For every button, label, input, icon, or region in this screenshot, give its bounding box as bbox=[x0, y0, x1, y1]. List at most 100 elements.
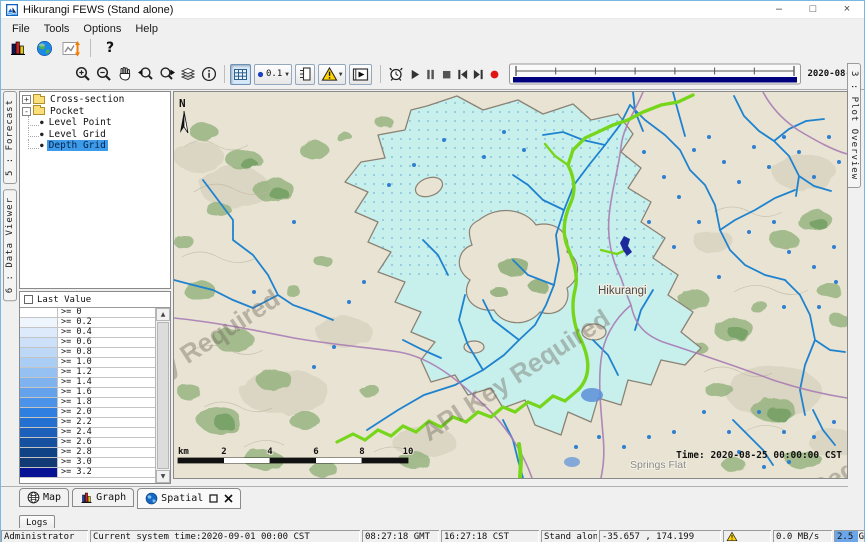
legend-panel: Last Value >= 0>= 0.2>= 0.4>= 0.6>= 0.8>… bbox=[19, 291, 171, 484]
legend-swatch bbox=[20, 438, 58, 447]
legend-label: >= 1.6 bbox=[58, 388, 92, 397]
legend-label: >= 2.0 bbox=[58, 408, 92, 417]
record-button[interactable] bbox=[487, 64, 503, 85]
time-slider[interactable] bbox=[509, 63, 801, 85]
info-icon bbox=[200, 65, 218, 83]
time-slider-bar[interactable] bbox=[513, 77, 797, 83]
legend-label: >= 3.0 bbox=[58, 458, 92, 467]
scroll-down-icon[interactable]: ▼ bbox=[156, 470, 170, 483]
toolbar-separator bbox=[224, 65, 225, 83]
maximize-button[interactable]: □ bbox=[796, 1, 830, 18]
legend-label: >= 2.8 bbox=[58, 448, 92, 457]
legend-label: >= 3.2 bbox=[58, 468, 92, 477]
tree-connector bbox=[28, 116, 39, 126]
collapse-icon[interactable]: - bbox=[22, 107, 31, 116]
zoom-in-button[interactable] bbox=[72, 64, 93, 85]
play-icon bbox=[408, 68, 421, 81]
pause-button[interactable] bbox=[423, 64, 439, 85]
scrollbar-thumb[interactable] bbox=[157, 322, 169, 469]
scale-bar-icon bbox=[298, 66, 312, 82]
zoom-previous-button[interactable] bbox=[135, 64, 156, 85]
warning-triangle-icon bbox=[321, 66, 338, 82]
legend-swatch bbox=[20, 348, 58, 357]
status-system-time: Current system time:2020-09-01 00:00 CST bbox=[90, 530, 360, 542]
legend-swatch bbox=[20, 318, 58, 327]
layers-icon bbox=[179, 65, 197, 83]
database-display-button[interactable] bbox=[7, 38, 28, 59]
scroll-up-icon[interactable]: ▲ bbox=[156, 308, 170, 321]
status-network-rate: 0.0 MB/s bbox=[773, 530, 832, 542]
pan-button[interactable] bbox=[114, 64, 135, 85]
tree-item[interactable]: ●Level Grid bbox=[22, 129, 170, 141]
grid-icon bbox=[233, 67, 248, 82]
tree-item[interactable]: ●Level Point bbox=[22, 117, 170, 129]
zoom-previous-icon bbox=[137, 65, 155, 83]
legend-label: >= 1.8 bbox=[58, 398, 92, 407]
tree-item[interactable]: ●Depth Grid bbox=[22, 140, 170, 152]
main-toolbar: ? bbox=[1, 37, 864, 59]
fluctuations-button[interactable] bbox=[61, 38, 82, 59]
legend-swatch bbox=[20, 428, 58, 437]
close-tab-icon[interactable] bbox=[224, 494, 233, 503]
toolbar-separator bbox=[380, 65, 381, 83]
legend-scrollbar[interactable]: ▲ ▼ bbox=[155, 308, 170, 483]
stop-button[interactable] bbox=[439, 64, 455, 85]
minimize-button[interactable]: – bbox=[762, 1, 796, 18]
stop-icon bbox=[440, 68, 453, 81]
grid-display-threshold-dropdown[interactable]: 0.1 ▼ bbox=[254, 64, 292, 85]
maximize-tab-icon[interactable] bbox=[209, 494, 218, 503]
record-icon bbox=[488, 68, 501, 81]
tab-map[interactable]: Map bbox=[19, 488, 69, 507]
play-button[interactable] bbox=[407, 64, 423, 85]
expand-icon[interactable]: + bbox=[22, 95, 31, 104]
legend-swatch bbox=[20, 338, 58, 347]
grid-display-button[interactable] bbox=[230, 64, 251, 85]
scale-bar-button[interactable] bbox=[295, 64, 315, 85]
tree-item-label: Level Grid bbox=[47, 129, 108, 140]
info-button[interactable] bbox=[198, 64, 219, 85]
tab-plot-overview[interactable]: 3 : Plot Overview bbox=[847, 63, 861, 188]
left-tab-strip: 5 : Forecast 6 : Data Viewer bbox=[1, 91, 19, 484]
tab-graph[interactable]: Graph bbox=[72, 488, 134, 507]
zoom-out-button[interactable] bbox=[93, 64, 114, 85]
map-panel: API Key Required API Key Required API Ke… bbox=[173, 91, 848, 479]
map-display-button[interactable] bbox=[34, 38, 55, 59]
layers-button[interactable] bbox=[177, 64, 198, 85]
legend-swatch bbox=[20, 398, 58, 407]
menu-help[interactable]: Help bbox=[128, 22, 165, 36]
svg-text:8: 8 bbox=[359, 447, 364, 457]
legend-label: >= 1.2 bbox=[58, 368, 92, 377]
go-to-start-button[interactable] bbox=[455, 64, 471, 85]
map-canvas[interactable]: API Key Required API Key Required API Ke… bbox=[174, 92, 847, 478]
animation-button[interactable] bbox=[349, 64, 372, 85]
tree-item[interactable]: +Cross-section bbox=[22, 94, 170, 106]
thresholds-dropdown[interactable]: ▼ bbox=[318, 64, 346, 85]
warning-triangle-icon bbox=[726, 531, 738, 542]
tab-forecast[interactable]: 5 : Forecast bbox=[3, 91, 17, 184]
tree-item-label: Pocket bbox=[48, 106, 86, 117]
svg-text:2: 2 bbox=[221, 447, 226, 457]
tab-spatial[interactable]: Spatial bbox=[137, 488, 241, 509]
legend-header: Last Value bbox=[20, 292, 170, 308]
svg-text:N: N bbox=[179, 97, 186, 110]
help-button[interactable]: ? bbox=[106, 40, 114, 56]
legend-row[interactable]: >= 3.2 bbox=[20, 468, 155, 478]
movie-player-icon bbox=[352, 67, 369, 82]
menu-tools[interactable]: Tools bbox=[37, 22, 77, 36]
wire-globe-icon bbox=[27, 491, 40, 504]
legend-label: >= 1.4 bbox=[58, 378, 92, 387]
menu-options[interactable]: Options bbox=[76, 22, 128, 36]
status-warning[interactable] bbox=[723, 530, 771, 542]
tab-data-viewer[interactable]: 6 : Data Viewer bbox=[3, 189, 17, 301]
legend-label: >= 0.8 bbox=[58, 348, 92, 357]
menu-file[interactable]: File bbox=[5, 22, 37, 36]
zoom-next-button[interactable] bbox=[156, 64, 177, 85]
last-value-checkbox[interactable] bbox=[24, 295, 33, 304]
go-to-end-button[interactable] bbox=[471, 64, 487, 85]
svg-text:4: 4 bbox=[267, 447, 273, 457]
tree-connector bbox=[28, 139, 39, 149]
time-control-button[interactable] bbox=[386, 64, 407, 85]
tree-item[interactable]: - Pocket bbox=[22, 106, 170, 118]
close-button[interactable]: × bbox=[830, 1, 864, 18]
legend-swatch bbox=[20, 308, 58, 317]
